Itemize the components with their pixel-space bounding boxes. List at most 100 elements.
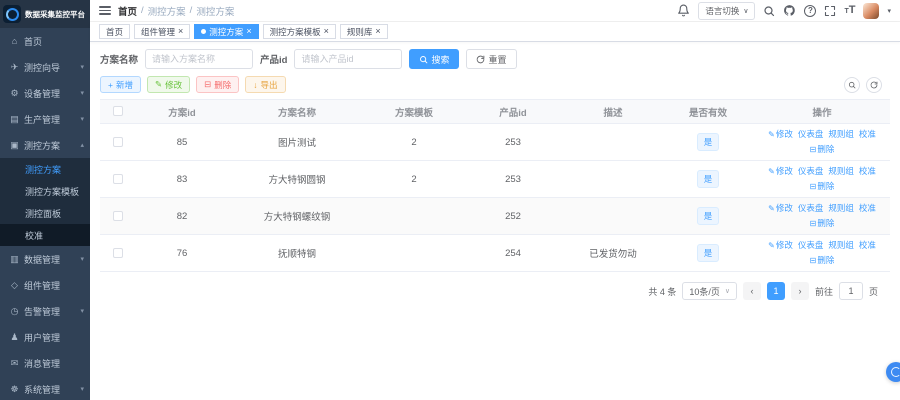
sidebar-item-system-mgmt[interactable]: ☸ 系统管理 ▾: [0, 376, 90, 400]
cell-plan-name: 图片测试: [228, 124, 366, 161]
caret-down-icon[interactable]: ▾: [887, 7, 891, 15]
plan-icon: ▣: [9, 140, 20, 151]
sidebar-item-data-mgmt[interactable]: ▥ 数据管理 ▾: [0, 246, 90, 272]
next-page-button[interactable]: ›: [791, 282, 809, 300]
language-switch-button[interactable]: 语言切换 ∨: [698, 2, 755, 20]
page-size-value: 10条/页: [689, 285, 720, 298]
row-calibrate-link[interactable]: 校准: [859, 166, 876, 176]
delete-button[interactable]: ⊟ 删除: [196, 76, 239, 93]
tab-component-mgmt[interactable]: 组件管理 ×: [134, 24, 190, 39]
product-id-input[interactable]: [294, 49, 402, 69]
row-dashboard-link[interactable]: 仪表盘: [798, 166, 824, 176]
sidebar-item-mc-wizard[interactable]: ✈ 测控向导 ▾: [0, 54, 90, 80]
sidebar-subitem-mc-plan-template[interactable]: 测控方案模板: [0, 180, 90, 202]
sidebar-subitem-mc-panel[interactable]: 测控面板: [0, 202, 90, 224]
goto-suffix: 页: [869, 285, 878, 298]
reset-button-label: 重置: [488, 53, 506, 66]
cell-plan-template: 2: [366, 124, 462, 161]
sidebar-item-home[interactable]: ⌂ 首页: [0, 28, 90, 54]
row-checkbox[interactable]: [113, 137, 123, 147]
close-icon[interactable]: ×: [178, 27, 183, 36]
tab-mc-plan[interactable]: 测控方案 ×: [194, 24, 258, 39]
row-delete-link[interactable]: ⊟删除: [810, 181, 835, 191]
row-rule-group-link[interactable]: 规则组: [828, 166, 854, 176]
reset-button[interactable]: 重置: [466, 49, 516, 69]
sidebar-item-production-mgmt[interactable]: ▤ 生产管理 ▾: [0, 106, 90, 132]
sidebar-subitem-mc-plan[interactable]: 测控方案: [0, 158, 90, 180]
search-icon[interactable]: [763, 5, 775, 17]
toggle-search-button[interactable]: [844, 77, 860, 93]
delete-button-label: 删除: [214, 79, 231, 91]
row-checkbox[interactable]: [113, 174, 123, 184]
help-icon[interactable]: ?: [804, 5, 816, 17]
row-dashboard-link[interactable]: 仪表盘: [798, 129, 824, 139]
row-checkbox[interactable]: [113, 248, 123, 258]
goto-prefix: 前往: [815, 285, 833, 298]
row-delete-link[interactable]: ⊟删除: [810, 144, 835, 154]
row-calibrate-link[interactable]: 校准: [859, 203, 876, 213]
row-delete-link[interactable]: ⊟删除: [810, 255, 835, 265]
tab-mc-plan-template[interactable]: 测控方案模板 ×: [263, 24, 336, 39]
sidebar-item-label: 测控向导: [24, 61, 60, 74]
sidebar-item-label: 消息管理: [24, 357, 60, 370]
edit-button[interactable]: ✎ 修改: [147, 76, 190, 93]
row-edit-link[interactable]: ✎修改: [768, 166, 793, 176]
breadcrumb-item[interactable]: 测控方案: [148, 4, 186, 18]
page-number-button[interactable]: 1: [767, 282, 785, 300]
select-all-checkbox[interactable]: [113, 106, 123, 116]
chevron-down-icon: ∨: [743, 7, 748, 15]
search-button[interactable]: 搜索: [409, 49, 459, 69]
plan-name-input[interactable]: [145, 49, 253, 69]
tab-label: 规则库: [347, 26, 373, 38]
page-goto-input[interactable]: [839, 282, 863, 300]
breadcrumb-item[interactable]: 首页: [118, 4, 137, 18]
floating-action-button[interactable]: [886, 362, 900, 382]
navbar-actions: 语言切换 ∨ ? TT ▾: [677, 2, 891, 20]
row-rule-group-link[interactable]: 规则组: [828, 129, 854, 139]
close-icon[interactable]: ×: [246, 27, 251, 36]
cell-description: [564, 161, 662, 198]
tab-home[interactable]: 首页: [99, 24, 130, 39]
tab-rule-library[interactable]: 规则库 ×: [340, 24, 388, 39]
sidebar-item-user-mgmt[interactable]: ♟ 用户管理: [0, 324, 90, 350]
alarm-icon: ◷: [9, 306, 20, 317]
row-checkbox[interactable]: [113, 211, 123, 221]
font-size-icon[interactable]: TT: [844, 5, 855, 16]
status-badge: 是: [697, 207, 720, 225]
github-icon[interactable]: [783, 4, 796, 17]
avatar[interactable]: [863, 3, 879, 19]
prev-page-button[interactable]: ‹: [743, 282, 761, 300]
export-button-label: 导出: [261, 79, 278, 91]
fullscreen-icon[interactable]: [824, 5, 836, 17]
hamburger-icon[interactable]: [99, 6, 111, 15]
row-rule-group-link[interactable]: 规则组: [828, 240, 854, 250]
sidebar-item-device-mgmt[interactable]: ⚙ 设备管理 ▾: [0, 80, 90, 106]
row-calibrate-link[interactable]: 校准: [859, 240, 876, 250]
row-calibrate-link[interactable]: 校准: [859, 129, 876, 139]
sidebar-item-alarm-mgmt[interactable]: ◷ 告警管理 ▾: [0, 298, 90, 324]
add-button[interactable]: + 新增: [100, 76, 141, 93]
row-edit-link[interactable]: ✎修改: [768, 203, 793, 213]
row-dashboard-link[interactable]: 仪表盘: [798, 240, 824, 250]
sidebar-item-label: 测控方案: [24, 139, 60, 152]
row-delete-link[interactable]: ⊟删除: [810, 218, 835, 228]
export-button[interactable]: ↓ 导出: [245, 76, 285, 93]
col-plan-name: 方案名称: [228, 100, 366, 124]
bell-icon[interactable]: [677, 4, 690, 17]
sidebar-item-label: 首页: [24, 35, 42, 48]
close-icon[interactable]: ×: [324, 27, 329, 36]
refresh-button[interactable]: [866, 77, 882, 93]
close-icon[interactable]: ×: [375, 27, 380, 36]
page-size-select[interactable]: 10条/页 ∨: [682, 282, 737, 300]
sidebar-subitem-calibration[interactable]: 校准: [0, 224, 90, 246]
sidebar-item-message-mgmt[interactable]: ✉ 消息管理: [0, 350, 90, 376]
chevron-down-icon: ▾: [80, 385, 84, 393]
sidebar-item-mc-plan[interactable]: ▣ 测控方案 ▴: [0, 132, 90, 158]
sidebar-item-component-mgmt[interactable]: ◇ 组件管理: [0, 272, 90, 298]
active-dot: [201, 29, 206, 34]
row-edit-link[interactable]: ✎修改: [768, 240, 793, 250]
row-edit-link[interactable]: ✎修改: [768, 129, 793, 139]
row-dashboard-link[interactable]: 仪表盘: [798, 203, 824, 213]
row-rule-group-link[interactable]: 规则组: [828, 203, 854, 213]
cell-product-id: 253: [462, 161, 564, 198]
